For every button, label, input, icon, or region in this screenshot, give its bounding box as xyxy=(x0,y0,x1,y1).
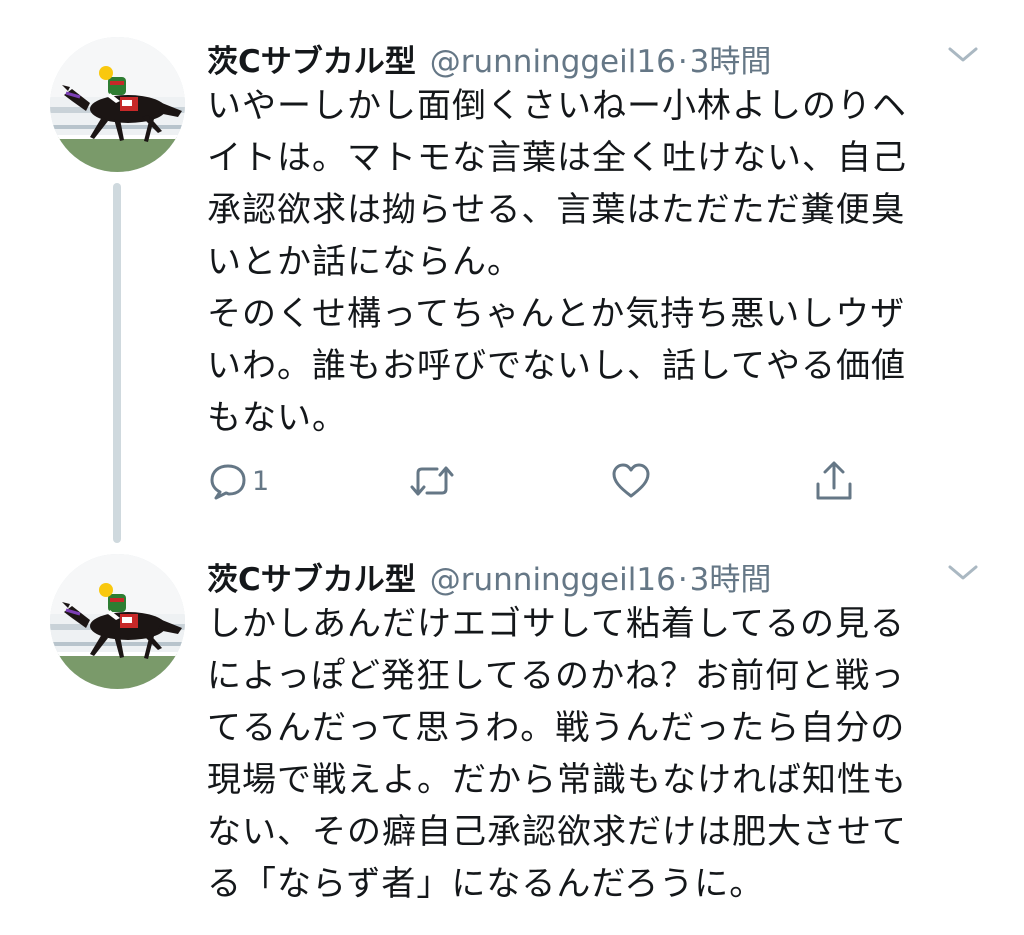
retweet-arrows-icon xyxy=(410,466,454,496)
timestamp[interactable]: 3時間 xyxy=(690,554,772,599)
racehorse-jockey-photo xyxy=(50,554,185,689)
tweet-text: しかしあんだけエゴサして粘着してるの見る によっぽど発狂してるのかね？お前何と戦… xyxy=(207,598,967,910)
display-name[interactable]: 茨Cサブカル型 xyxy=(207,554,416,599)
chevron-down-icon xyxy=(948,565,978,580)
display-name[interactable]: 茨Cサブカル型 xyxy=(207,36,416,81)
heart-icon xyxy=(612,463,650,498)
tweet-menu-button[interactable] xyxy=(946,562,980,584)
separator-dot: · xyxy=(677,562,688,598)
tweet-text-line: しかしあんだけエゴサして粘着してるの見る xyxy=(207,604,905,644)
separator-dot: · xyxy=(677,44,688,80)
speech-bubble-icon xyxy=(210,464,246,500)
tweet-text-line: いわ。誰もお呼びでないし、話してやる価値 xyxy=(207,346,906,386)
chevron-down-icon xyxy=(948,47,978,62)
share-button[interactable] xyxy=(814,456,854,506)
share-upload-icon xyxy=(816,461,852,500)
tweet-text: いやーしかし面倒くさいねー小林よしのりヘ イトは。マトモな言葉は全く吐けない、自… xyxy=(207,80,967,444)
tweet-text-line: 現場で戦えよ。だから常識もなければ知性も xyxy=(207,760,907,800)
user-handle[interactable]: @runninggeil16 xyxy=(430,562,676,598)
user-handle[interactable]: @runninggeil16 xyxy=(430,44,676,80)
timestamp[interactable]: 3時間 xyxy=(690,36,772,81)
tweet-text-line: イトは。マトモな言葉は全く吐けない、自己 xyxy=(207,138,907,178)
tweet-text-line: そのくせ構ってちゃんとか気持ち悪いしウザ xyxy=(207,294,906,334)
like-button[interactable] xyxy=(611,456,651,506)
reply-button[interactable]: 1 xyxy=(208,456,269,506)
tweet-text-line: いとか話にならん。 xyxy=(207,242,522,282)
retweet-button[interactable] xyxy=(409,456,455,506)
tweet-text-line: る「ならず者」になるんだろうに。 xyxy=(207,864,765,904)
tweet-text-line: てるんだって思うわ。戦うんだったら自分の xyxy=(207,708,906,748)
tweet-text-line: いやーしかし面倒くさいねー小林よしのりヘ xyxy=(207,86,907,126)
tweet-menu-button[interactable] xyxy=(946,44,980,66)
tweet-text-line: 承認欲求は拗らせる、言葉はただただ糞便臭 xyxy=(207,190,906,230)
racehorse-jockey-photo xyxy=(50,37,185,172)
avatar[interactable] xyxy=(50,554,185,689)
reply-count: 1 xyxy=(252,465,270,497)
tweet-actions: 1 xyxy=(0,456,1024,506)
tweet-text-line: ない、その癖自己承認欲求だけは肥大させて xyxy=(207,812,907,852)
tweet-text-line: によっぽど発狂してるのかね？お前何と戦っ xyxy=(207,656,905,696)
avatar[interactable] xyxy=(50,37,185,172)
tweet-header: 茨Cサブカル型 @runninggeil16 · 3時間 xyxy=(207,36,771,80)
tweet-text-line: もない。 xyxy=(207,398,347,438)
tweet-header: 茨Cサブカル型 @runninggeil16 · 3時間 xyxy=(207,554,771,598)
